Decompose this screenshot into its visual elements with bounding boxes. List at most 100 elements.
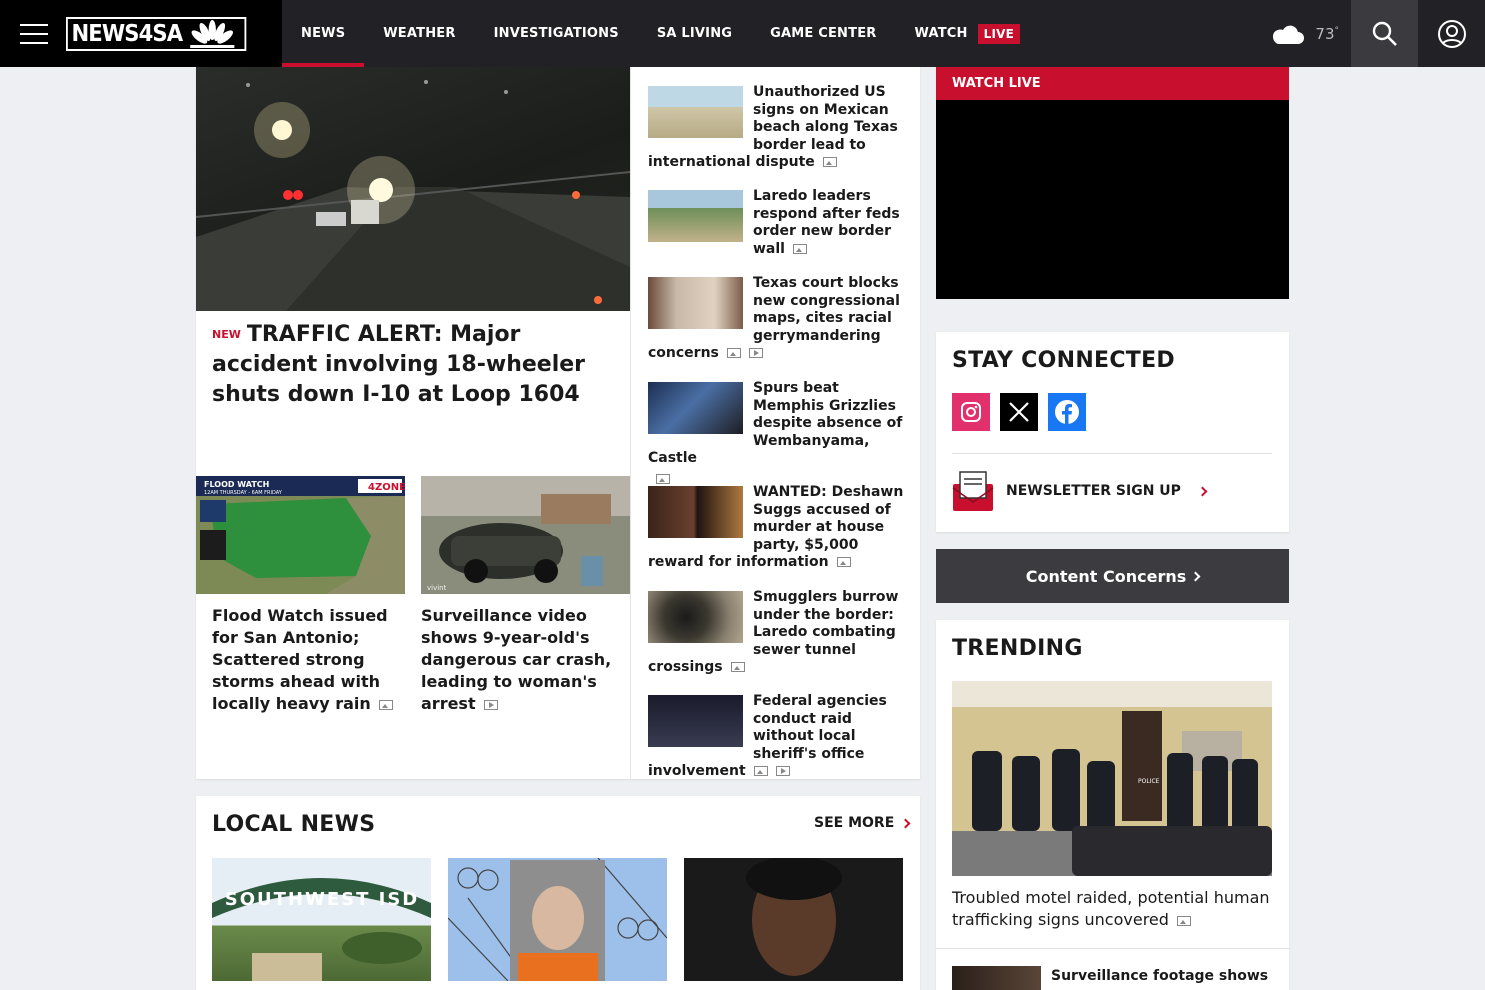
nav-weather[interactable]: WEATHER xyxy=(364,0,474,67)
southwest-isd-sign: SOUTHWEST ISD xyxy=(212,878,431,981)
flood-watch-headline[interactable]: Flood Watch issued for San Antonio; Scat… xyxy=(212,605,402,715)
degree-symbol: ° xyxy=(1334,25,1340,36)
facebook-button[interactable] xyxy=(1048,393,1086,431)
main-nav: NEWS WEATHER INVESTIGATIONS SA LIVING GA… xyxy=(282,0,1039,67)
nav-watch[interactable]: WATCH LIVE xyxy=(896,0,1040,67)
local-news-image[interactable]: SOUTHWEST ISD xyxy=(212,858,431,981)
new-tag: NEW xyxy=(212,328,241,341)
image-icon xyxy=(1176,915,1191,926)
live-video-player[interactable] xyxy=(936,100,1289,299)
logo-text: NEWS4SA xyxy=(71,20,184,47)
newsletter-signup[interactable]: NEWSLETTER SIGN UP xyxy=(952,470,1208,512)
content-concerns-button[interactable]: Content Concerns xyxy=(936,549,1289,603)
nbc-peacock-icon xyxy=(190,19,235,48)
side-story[interactable]: Spurs beat Memphis Grizzlies despite abs… xyxy=(648,380,906,485)
instagram-icon xyxy=(961,402,981,422)
top-navigation-bar: NEWS4SA NEWS WEATHER INVESTIGATIONS SA L… xyxy=(0,0,1485,67)
mugshot-scene xyxy=(684,858,903,981)
stay-connected-heading: STAY CONNECTED xyxy=(952,348,1175,373)
side-story-thumbnail xyxy=(648,695,743,747)
side-story-thumbnail xyxy=(648,382,743,434)
side-story[interactable]: Laredo leaders respond after feds order … xyxy=(648,188,906,258)
side-story[interactable]: Texas court blocks new congressional map… xyxy=(648,275,906,363)
trending-heading: TRENDING xyxy=(952,636,1083,661)
surveillance-image[interactable]: vivint xyxy=(421,476,630,594)
local-news-heading: LOCAL NEWS xyxy=(212,812,376,837)
video-icon xyxy=(775,766,790,776)
trending-thumbnail[interactable] xyxy=(952,966,1041,990)
flood-watch-headline-text: Flood Watch issued for San Antonio; Scat… xyxy=(212,606,388,713)
content-concerns-label: Content Concerns xyxy=(1025,566,1187,586)
flood-icon xyxy=(200,500,226,522)
instagram-button[interactable] xyxy=(952,393,990,431)
hero-image[interactable] xyxy=(196,67,630,311)
trending-main-image[interactable]: POLICE xyxy=(952,681,1272,876)
video-icon xyxy=(483,699,498,710)
side-story[interactable]: Federal agencies conduct raid without lo… xyxy=(648,693,906,781)
cloud-icon xyxy=(1273,25,1305,44)
side-story[interactable]: Unauthorized US signs on Mexican beach a… xyxy=(648,84,906,172)
police-vest-label: POLICE xyxy=(1138,778,1160,785)
facebook-icon xyxy=(1055,400,1079,424)
police-raid-scene: POLICE xyxy=(952,681,1272,876)
video-icon xyxy=(748,348,763,358)
account-icon xyxy=(1437,19,1466,48)
hero-headline[interactable]: NEW TRAFFIC ALERT: Major accident involvi… xyxy=(212,320,617,410)
x-icon xyxy=(1009,402,1029,422)
calendar-icon xyxy=(200,530,226,560)
see-more-link[interactable]: SEE MORE xyxy=(814,815,911,831)
side-story[interactable]: WANTED: Deshawn Suggs accused of murder … xyxy=(648,484,906,572)
chevron-right-icon xyxy=(1197,486,1208,496)
social-links xyxy=(952,393,1086,431)
nav-watch-label: WATCH xyxy=(914,26,968,41)
image-icon xyxy=(822,157,837,167)
account-button[interactable] xyxy=(1418,0,1485,67)
side-story-thumbnail xyxy=(648,591,743,643)
chevron-right-icon xyxy=(900,818,911,828)
sign-text: SOUTHWEST ISD xyxy=(225,889,420,910)
see-more-label: SEE MORE xyxy=(814,815,895,831)
local-news-image[interactable] xyxy=(448,858,667,981)
trending-main-headline-text: Troubled motel raided, potential human t… xyxy=(952,888,1270,929)
surveillance-headline[interactable]: Surveillance video shows 9-year-old's da… xyxy=(421,605,629,715)
flood-watch-overlay-brand: 4ZONE xyxy=(368,482,405,493)
site-logo[interactable]: NEWS4SA xyxy=(66,16,247,51)
image-icon xyxy=(836,557,851,567)
side-story-title: Laredo leaders respond after feds order … xyxy=(753,188,900,257)
image-icon xyxy=(726,348,741,358)
search-button[interactable] xyxy=(1351,0,1418,67)
flood-watch-map: FLOOD WATCH 12AM THURSDAY - 6AM FRIDAY 4… xyxy=(196,476,405,594)
temperature-value: 73 xyxy=(1315,24,1335,43)
weather-widget[interactable]: 73° xyxy=(1269,0,1351,67)
chevron-right-icon xyxy=(1190,571,1201,581)
image-icon xyxy=(656,473,670,484)
hero-headline-text: TRAFFIC ALERT: Major accident involving … xyxy=(212,322,586,407)
image-icon xyxy=(730,662,745,672)
trending-next-headline[interactable]: Surveillance footage shows xyxy=(1051,968,1268,984)
menu-icon[interactable] xyxy=(20,23,48,44)
hero-image-scene xyxy=(196,80,630,311)
image-icon xyxy=(753,766,768,776)
side-story[interactable]: Smugglers burrow under the border: Lared… xyxy=(648,589,906,677)
watch-live-header[interactable]: WATCH LIVE xyxy=(936,67,1289,100)
column-divider xyxy=(630,67,631,779)
flood-watch-image[interactable]: FLOOD WATCH 12AM THURSDAY - 6AM FRIDAY 4… xyxy=(196,476,405,594)
image-icon xyxy=(792,243,807,254)
surveillance-overlay-brand: vivint xyxy=(427,584,447,592)
local-news-image[interactable] xyxy=(684,858,903,981)
flood-watch-overlay-sub: 12AM THURSDAY - 6AM FRIDAY xyxy=(204,490,283,496)
brand-area: NEWS4SA xyxy=(0,0,282,67)
mugshot-fence-scene xyxy=(448,858,667,981)
nav-sa-living[interactable]: SA LIVING xyxy=(638,0,751,67)
side-story-thumbnail xyxy=(648,486,743,538)
image-icon xyxy=(378,699,393,710)
flood-watch-overlay-title: FLOOD WATCH xyxy=(204,480,269,489)
x-button[interactable] xyxy=(1000,393,1038,431)
divider xyxy=(952,453,1272,454)
surveillance-scene: vivint xyxy=(421,476,630,594)
newsletter-icon xyxy=(952,471,994,511)
trending-main-headline[interactable]: Troubled motel raided, potential human t… xyxy=(952,887,1274,931)
nav-news[interactable]: NEWS xyxy=(282,0,365,67)
nav-investigations[interactable]: INVESTIGATIONS xyxy=(475,0,638,67)
nav-game-center[interactable]: GAME CENTER xyxy=(751,0,895,67)
